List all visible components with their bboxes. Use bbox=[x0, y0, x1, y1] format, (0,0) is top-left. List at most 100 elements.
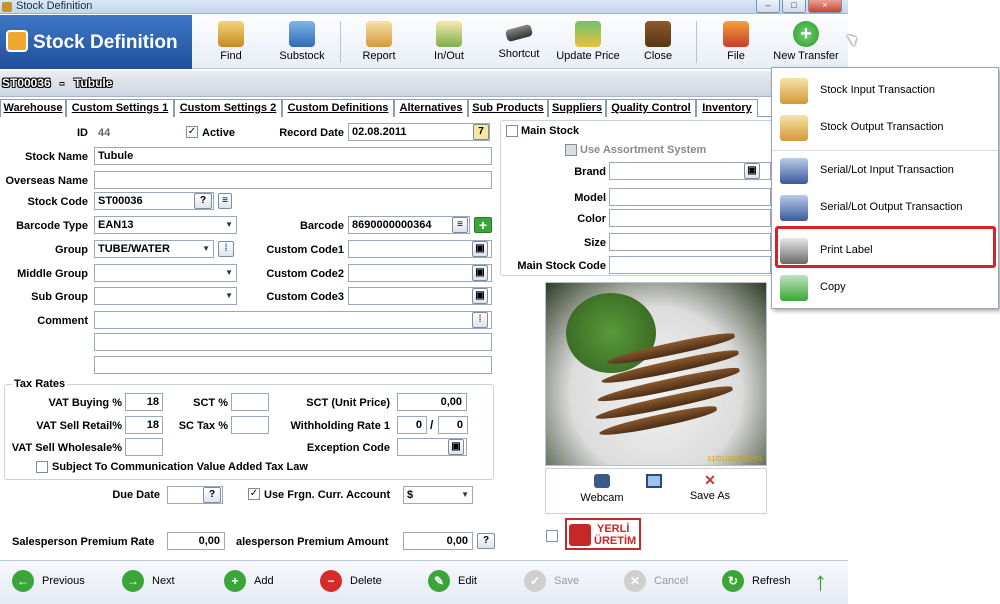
banner-title: Stock Definition bbox=[33, 32, 178, 53]
add-button[interactable]: + Add bbox=[224, 569, 274, 593]
stock-code-document-icon[interactable]: ≡ bbox=[218, 193, 232, 209]
currency-select[interactable]: $ bbox=[403, 486, 473, 504]
vat-sell-retail-field[interactable]: 18 bbox=[125, 416, 163, 434]
salesperson-amount-field[interactable]: 0,00 bbox=[403, 532, 473, 550]
group-browse-icon[interactable]: ⁞ bbox=[218, 241, 234, 257]
custom-code1-browse-icon[interactable]: ▣ bbox=[472, 241, 488, 257]
salesperson-rate-label: Salesperson Premium Rate bbox=[12, 536, 155, 548]
delete-button[interactable]: − Delete bbox=[320, 569, 382, 593]
stock-code-help-button[interactable]: ? bbox=[194, 193, 212, 209]
size-field[interactable] bbox=[609, 233, 771, 251]
barcode-document-icon[interactable]: ≡ bbox=[452, 217, 468, 233]
comment-field-1[interactable] bbox=[94, 311, 492, 329]
withholding-field-a[interactable]: 0 bbox=[397, 416, 427, 434]
sct-field[interactable] bbox=[231, 393, 269, 411]
in-out-button[interactable]: In/Out bbox=[426, 15, 472, 69]
exception-code-browse-icon[interactable]: ▣ bbox=[448, 439, 464, 455]
update-price-button[interactable]: Update Price bbox=[556, 15, 620, 69]
save-button[interactable]: ✓ Save bbox=[524, 569, 579, 593]
photo-save-icon[interactable] bbox=[646, 474, 662, 488]
comment-field-2[interactable] bbox=[94, 333, 492, 351]
tab-custom-settings-2[interactable]: Custom Settings 2 bbox=[174, 99, 282, 117]
tab-custom-definitions[interactable]: Custom Definitions bbox=[282, 99, 394, 117]
custom-code1-field[interactable] bbox=[348, 240, 492, 258]
webcam-button[interactable]: Webcam bbox=[580, 474, 624, 504]
cancel-button[interactable]: ✕ Cancel bbox=[624, 569, 688, 593]
main-stock-checkbox[interactable] bbox=[506, 125, 518, 137]
calendar-icon[interactable]: 7 bbox=[473, 124, 489, 140]
record-date-field[interactable]: 02.08.2011 bbox=[348, 123, 490, 141]
minimize-button[interactable]: – bbox=[756, 0, 780, 13]
app-icon bbox=[2, 2, 12, 12]
yerli-uretim-checkbox[interactable] bbox=[546, 530, 558, 542]
active-label: Active bbox=[202, 127, 236, 139]
brand-browse-icon[interactable]: ▣ bbox=[744, 163, 760, 179]
custom-code2-field[interactable] bbox=[348, 264, 492, 282]
previous-button[interactable]: ← Previous bbox=[12, 569, 85, 593]
menu-item-serial-lot-input[interactable]: Serial/Lot Input Transaction bbox=[772, 152, 998, 189]
add-barcode-button[interactable]: + bbox=[474, 217, 492, 233]
menu-item-stock-input[interactable]: Stock Input Transaction bbox=[772, 72, 998, 109]
tab-warehouse[interactable]: Warehouse bbox=[0, 99, 66, 117]
salesperson-amount-label: alesperson Premium Amount bbox=[236, 536, 389, 548]
file-button[interactable]: File bbox=[714, 15, 758, 69]
report-button[interactable]: Report bbox=[356, 15, 402, 69]
sub-group-select[interactable] bbox=[94, 287, 237, 305]
refresh-icon: ↻ bbox=[722, 570, 744, 593]
salesperson-rate-field[interactable]: 0,00 bbox=[167, 532, 225, 550]
find-button[interactable]: Find bbox=[208, 15, 254, 69]
substock-button[interactable]: Substock bbox=[276, 15, 328, 69]
close-button[interactable]: Close bbox=[636, 15, 680, 69]
comment-field-3[interactable] bbox=[94, 356, 492, 374]
maximize-button[interactable]: □ bbox=[782, 0, 806, 13]
use-frgn-checkbox[interactable]: ✓ bbox=[248, 488, 260, 500]
photo-date-stamp: 01/01/2008 01:01 bbox=[707, 456, 763, 463]
stock-name-field[interactable]: Tubule bbox=[94, 147, 492, 165]
arrow-up-icon[interactable]: ↑ bbox=[814, 567, 832, 597]
shortcut-button[interactable]: Shortcut bbox=[494, 15, 544, 69]
vat-sell-retail-label: VAT Sell Retail% bbox=[36, 420, 122, 432]
custom-code3-field[interactable] bbox=[348, 287, 492, 305]
color-label: Color bbox=[577, 213, 606, 225]
due-date-help-button[interactable]: ? bbox=[203, 487, 221, 503]
overseas-name-field[interactable] bbox=[94, 171, 492, 189]
edit-button[interactable]: ✎ Edit bbox=[428, 569, 477, 593]
menu-item-stock-output[interactable]: Stock Output Transaction bbox=[772, 109, 998, 146]
tab-alternatives[interactable]: Alternatives bbox=[394, 99, 468, 117]
menu-item-copy[interactable]: Copy bbox=[772, 269, 998, 306]
menu-item-serial-lot-output[interactable]: Serial/Lot Output Transaction bbox=[772, 189, 998, 226]
handshake-icon bbox=[569, 524, 591, 546]
middle-group-select[interactable] bbox=[94, 264, 237, 282]
vat-sell-wholesale-field[interactable] bbox=[125, 438, 163, 456]
subject-checkbox[interactable] bbox=[36, 461, 48, 473]
vat-buying-field[interactable]: 18 bbox=[125, 393, 163, 411]
vat-sell-wholesale-label: VAT Sell Wholesale% bbox=[11, 442, 122, 454]
tab-inventory[interactable]: Inventory bbox=[696, 99, 758, 117]
group-select[interactable]: TUBE/WATER bbox=[94, 240, 214, 258]
tab-sub-products[interactable]: Sub Products bbox=[468, 99, 548, 117]
model-field[interactable] bbox=[609, 188, 771, 206]
copy-icon bbox=[780, 275, 808, 301]
withholding-field-b[interactable]: 0 bbox=[438, 416, 468, 434]
tab-custom-settings-1[interactable]: Custom Settings 1 bbox=[66, 99, 174, 117]
use-assortment-checkbox[interactable] bbox=[565, 144, 577, 156]
tab-suppliers[interactable]: Suppliers bbox=[548, 99, 606, 117]
comment-browse-icon[interactable]: ⁞ bbox=[472, 312, 488, 328]
tab-quality-control[interactable]: Quality Control bbox=[606, 99, 696, 117]
custom-code2-browse-icon[interactable]: ▣ bbox=[472, 265, 488, 281]
close-window-button[interactable]: × bbox=[808, 0, 842, 13]
sct-unit-field[interactable]: 0,00 bbox=[397, 393, 467, 411]
active-checkbox[interactable]: ✓ bbox=[186, 126, 198, 138]
next-button[interactable]: → Next bbox=[122, 569, 175, 593]
toolbar-separator bbox=[696, 21, 697, 63]
sc-tax-field[interactable] bbox=[231, 416, 269, 434]
main-stock-code-field[interactable] bbox=[609, 256, 771, 274]
custom-code3-browse-icon[interactable]: ▣ bbox=[472, 288, 488, 304]
color-field[interactable] bbox=[609, 209, 771, 227]
stock-output-icon bbox=[780, 115, 808, 141]
save-as-button[interactable]: ✕ Save As bbox=[688, 472, 732, 502]
salesperson-help-button[interactable]: ? bbox=[477, 533, 495, 549]
barcode-type-select[interactable]: EAN13 bbox=[94, 216, 237, 234]
new-transfer-button[interactable]: + New Transfer bbox=[770, 15, 842, 69]
refresh-button[interactable]: ↻ Refresh bbox=[722, 569, 791, 593]
